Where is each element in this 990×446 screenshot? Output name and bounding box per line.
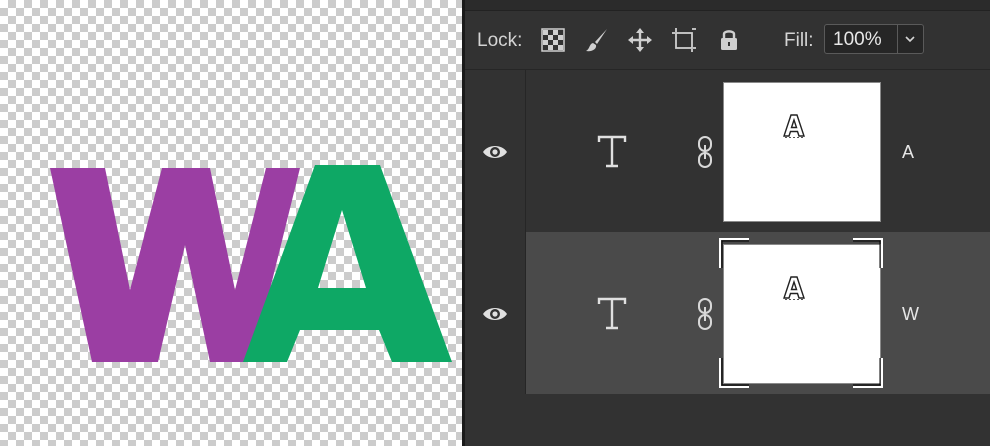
- layers-empty-area: [465, 394, 990, 446]
- layer-name[interactable]: A: [902, 142, 914, 163]
- layer-thumbnail[interactable]: [723, 82, 881, 222]
- eye-icon[interactable]: [481, 140, 509, 164]
- canvas-artwork: [50, 165, 452, 362]
- lock-bar: Lock: Fill: 100%: [465, 11, 990, 70]
- lock-label: Lock:: [477, 30, 523, 51]
- layer-row-a[interactable]: A: [465, 70, 990, 234]
- lock-all-icon[interactable]: [715, 26, 743, 54]
- text-layer-icon: [596, 296, 628, 332]
- lock-transparent-pixels-icon[interactable]: [539, 26, 567, 54]
- thumbnail-selection-brackets: [719, 238, 883, 388]
- eye-icon[interactable]: [481, 302, 509, 326]
- layer-row-w[interactable]: W: [465, 232, 990, 394]
- thumbnail-glyph: [782, 113, 806, 139]
- chevron-down-icon[interactable]: [901, 30, 919, 48]
- panel-top-strip: [465, 0, 990, 11]
- lock-artboard-icon[interactable]: [670, 26, 698, 54]
- fill-value[interactable]: 100%: [833, 29, 882, 51]
- lock-image-pixels-icon[interactable]: [583, 26, 611, 54]
- text-layer-icon: [596, 134, 628, 170]
- link-icon[interactable]: [697, 298, 713, 330]
- visibility-cell[interactable]: [465, 70, 526, 232]
- visibility-cell[interactable]: [465, 232, 526, 394]
- lock-position-icon[interactable]: [626, 26, 654, 54]
- document-canvas[interactable]: [0, 0, 462, 446]
- fill-label: Fill:: [784, 30, 814, 51]
- fill-separator: [897, 25, 898, 53]
- fill-field[interactable]: 100%: [824, 24, 924, 54]
- link-icon[interactable]: [697, 136, 713, 168]
- layers-panel: Lock: Fill: 100% A W: [465, 0, 990, 446]
- layer-name[interactable]: W: [902, 304, 919, 325]
